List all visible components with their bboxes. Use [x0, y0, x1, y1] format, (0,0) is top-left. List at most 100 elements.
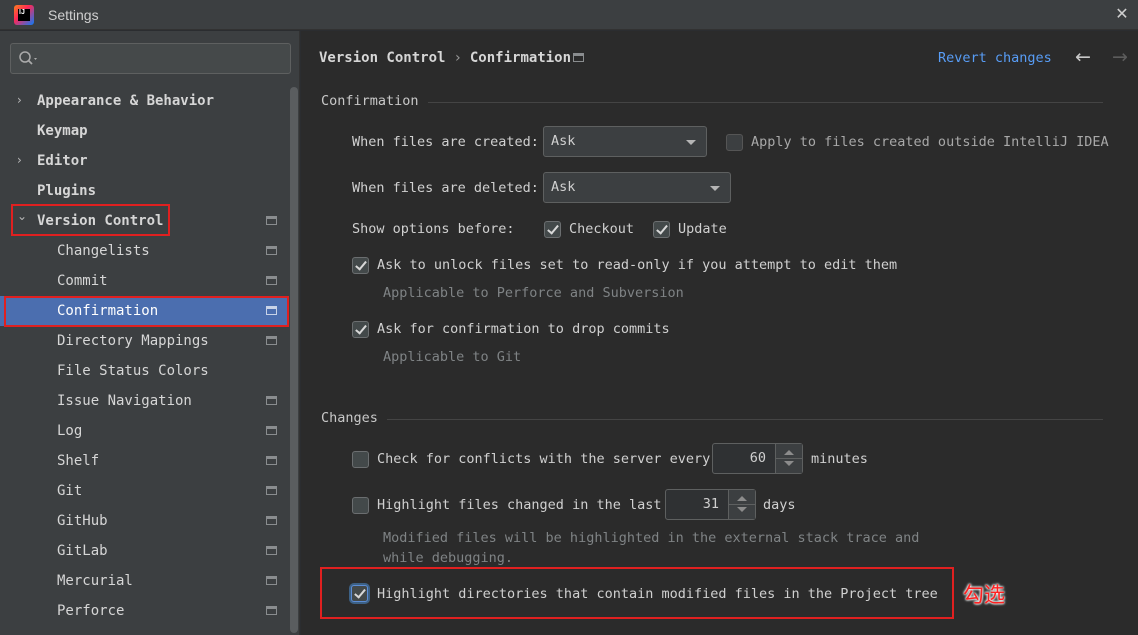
sidebar-item-label: GitLab	[57, 543, 108, 559]
project-level-icon	[266, 276, 277, 285]
sidebar-item-commit[interactable]: Commit	[0, 266, 288, 296]
highlight-directories-highlight-box	[320, 567, 954, 619]
spinner-down-icon[interactable]	[737, 507, 747, 512]
apply-outside-label: Apply to files created outside IntelliJ …	[751, 134, 1109, 150]
update-checkbox[interactable]	[653, 221, 670, 238]
project-level-icon	[266, 336, 277, 345]
search-icon	[19, 51, 37, 65]
check-conflicts-checkbox[interactable]	[352, 451, 369, 468]
breadcrumb: Version Control › Confirmation	[319, 50, 571, 66]
spinner-buttons[interactable]	[775, 444, 802, 473]
title-bar: IJ Settings ✕	[0, 0, 1138, 30]
sidebar-item-github[interactable]: GitHub	[0, 506, 288, 536]
conflicts-interval-value: 60	[749, 450, 766, 466]
conflicts-unit-label: minutes	[811, 451, 868, 467]
settings-content: Version Control › Confirmation Revert chan…	[301, 31, 1138, 635]
files-deleted-label: When files are deleted:	[352, 180, 539, 196]
unlock-files-hint: Applicable to Perforce and Subversion	[383, 285, 684, 301]
files-created-dropdown[interactable]: Ask	[543, 126, 707, 157]
sidebar-item-mercurial[interactable]: Mercurial	[0, 566, 288, 596]
sidebar-item-label: Directory Mappings	[57, 333, 209, 349]
sidebar-item-label: File Status Colors	[57, 363, 209, 379]
checkout-checkbox[interactable]	[544, 221, 561, 238]
project-level-icon	[266, 426, 277, 435]
spinner-up-icon[interactable]	[784, 450, 794, 455]
sidebar-item-label: Plugins	[37, 183, 97, 199]
drop-commits-label: Ask for confirmation to drop commits	[377, 321, 670, 337]
project-level-icon	[266, 606, 277, 615]
project-level-icon	[266, 216, 277, 225]
sidebar-item-label: Editor	[37, 153, 88, 169]
sidebar-item-label: Shelf	[57, 453, 100, 469]
drop-commits-hint: Applicable to Git	[383, 349, 522, 365]
sidebar-item-editor[interactable]: › Editor	[0, 146, 288, 176]
apply-outside-checkbox[interactable]	[726, 134, 743, 151]
highlight-days-spinner[interactable]: 31	[665, 489, 756, 520]
sidebar-item-label: Appearance & Behavior	[37, 93, 215, 109]
forward-arrow-icon[interactable]: →	[1112, 46, 1128, 68]
update-label: Update	[678, 221, 727, 237]
unlock-files-label: Ask to unlock files set to read-only if …	[377, 257, 898, 273]
project-level-icon	[573, 53, 584, 62]
revert-changes-link[interactable]: Revert changes	[938, 50, 1052, 66]
sidebar-item-label: Perforce	[57, 603, 125, 619]
breadcrumb-parent[interactable]: Version Control	[319, 50, 445, 66]
drop-commits-checkbox[interactable]	[352, 321, 369, 338]
highlight-changed-checkbox[interactable]	[352, 497, 369, 514]
confirmation-highlight-box	[4, 296, 289, 327]
chevron-right-icon[interactable]: ›	[17, 153, 31, 167]
close-icon[interactable]: ✕	[1112, 4, 1132, 24]
sidebar-item-directory-mappings[interactable]: Directory Mappings	[0, 326, 288, 356]
project-level-icon	[266, 246, 277, 255]
sidebar-item-label: Commit	[57, 273, 108, 289]
chevron-right-icon[interactable]: ›	[17, 93, 31, 107]
version-control-highlight-box	[11, 204, 170, 236]
settings-search-input[interactable]	[10, 43, 291, 74]
highlight-days-value: 31	[702, 496, 719, 512]
back-arrow-icon[interactable]: ←	[1075, 46, 1091, 68]
unlock-files-checkbox[interactable]	[352, 257, 369, 274]
window-title: Settings	[48, 6, 99, 23]
conflicts-interval-spinner[interactable]: 60	[712, 443, 803, 474]
highlight-changed-hint-2: while debugging.	[383, 550, 514, 566]
spinner-down-icon[interactable]	[784, 461, 794, 466]
settings-sidebar: › Appearance & Behavior Keymap › Editor Plugi…	[0, 31, 300, 635]
sidebar-item-issue-navigation[interactable]: Issue Navigation	[0, 386, 288, 416]
spinner-up-icon[interactable]	[737, 496, 747, 501]
sidebar-item-label: Log	[57, 423, 83, 439]
sidebar-item-label: Git	[57, 483, 83, 499]
sidebar-item-perforce[interactable]: Perforce	[0, 596, 288, 626]
sidebar-scrollbar[interactable]	[290, 87, 298, 633]
sidebar-item-changelists[interactable]: Changelists	[0, 236, 288, 266]
sidebar-item-keymap[interactable]: Keymap	[0, 116, 288, 146]
sidebar-item-label: Issue Navigation	[57, 393, 192, 409]
sidebar-item-label: Keymap	[37, 123, 88, 139]
sidebar-item-file-status-colors[interactable]: File Status Colors	[0, 356, 288, 386]
spinner-buttons[interactable]	[728, 490, 755, 519]
sidebar-item-git[interactable]: Git	[0, 476, 288, 506]
sidebar-item-label: Mercurial	[57, 573, 133, 589]
sidebar-item-appearance-behavior[interactable]: › Appearance & Behavior	[0, 86, 288, 116]
project-level-icon	[266, 516, 277, 525]
files-deleted-dropdown[interactable]: Ask	[543, 172, 731, 203]
sidebar-item-label: GitHub	[57, 513, 108, 529]
sidebar-item-gitlab[interactable]: GitLab	[0, 536, 288, 566]
project-level-icon	[266, 486, 277, 495]
chevron-down-icon	[686, 140, 696, 145]
checkout-label: Checkout	[569, 221, 635, 237]
show-options-label: Show options before:	[352, 221, 515, 237]
check-conflicts-label: Check for conflicts with the server ever…	[377, 451, 711, 467]
sidebar-item-log[interactable]: Log	[0, 416, 288, 446]
app-icon-text: IJ	[19, 8, 25, 16]
changes-section-title: Changes	[321, 410, 378, 426]
project-level-icon	[266, 396, 277, 405]
chevron-down-icon	[710, 186, 720, 191]
highlight-changed-label: Highlight files changed in the last	[377, 497, 662, 513]
sidebar-item-shelf[interactable]: Shelf	[0, 446, 288, 476]
sidebar-item-label: Changelists	[57, 243, 150, 259]
breadcrumb-current: Confirmation	[469, 50, 572, 66]
files-created-label: When files are created:	[352, 134, 539, 150]
project-level-icon	[266, 576, 277, 585]
intellij-app-icon: IJ	[14, 4, 34, 25]
sidebar-item-plugins[interactable]: Plugins	[0, 176, 288, 206]
